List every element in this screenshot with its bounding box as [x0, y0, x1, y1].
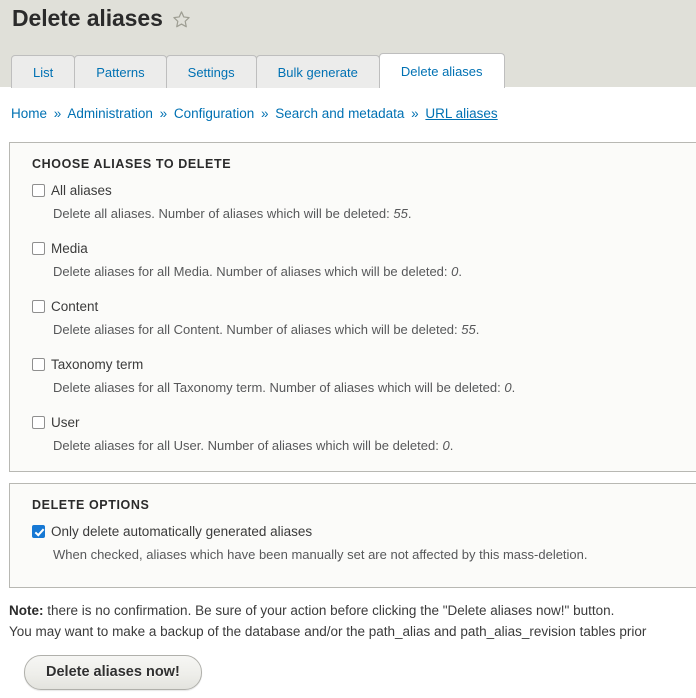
checkbox-taxonomy-term[interactable]	[32, 358, 45, 371]
tab-label: Bulk generate	[277, 65, 358, 80]
alias-count: 0	[442, 438, 450, 453]
option-description-user: Delete aliases for all User. Number of a…	[53, 438, 696, 454]
delete-aliases-now-button[interactable]: Delete aliases now!	[24, 655, 202, 690]
checkbox-label-media[interactable]: Media	[51, 240, 88, 257]
delete-options-legend: Delete options	[32, 498, 150, 512]
checkbox-label-user[interactable]: User	[51, 414, 80, 431]
breadcrumb-item-administration[interactable]: Administration	[67, 106, 153, 121]
breadcrumb-item-search-and-metadata[interactable]: Search and metadata	[275, 106, 404, 121]
tab-label: Delete aliases	[400, 64, 483, 79]
description-suffix: .	[475, 322, 480, 337]
choose-aliases-options: All aliases Delete all aliases. Number o…	[10, 182, 696, 454]
checkbox-user[interactable]	[32, 416, 45, 429]
delete-options-fieldset: Delete options Only delete automatically…	[9, 483, 696, 588]
checkbox-label-taxonomy-term[interactable]: Taxonomy term	[51, 356, 143, 373]
tab-label: Patterns	[96, 65, 145, 80]
description-suffix: .	[407, 206, 412, 221]
warning-note: Note: there is no confirmation. Be sure …	[9, 600, 696, 642]
tab-patterns[interactable]: Patterns	[74, 55, 167, 88]
tab-delete-aliases[interactable]: Delete aliases	[378, 53, 505, 88]
alias-count: 0	[504, 380, 512, 395]
checkbox-content[interactable]	[32, 300, 45, 313]
option-row-all-aliases: All aliases Delete all aliases. Number o…	[32, 182, 696, 222]
option-row-only-auto-generated: Only delete automatically generated alia…	[32, 523, 696, 563]
breadcrumb-item-configuration[interactable]: Configuration	[174, 106, 254, 121]
note-line-2: You may want to make a backup of the dat…	[9, 624, 647, 639]
tab-label: List	[33, 65, 54, 80]
option-row-taxonomy-term: Taxonomy term Delete aliases for all Tax…	[32, 356, 696, 396]
option-row-media: Media Delete aliases for all Media. Numb…	[32, 240, 696, 280]
description-text: Delete aliases for all Taxonomy term. Nu…	[53, 380, 505, 395]
option-row-user: User Delete aliases for all User. Number…	[32, 414, 696, 454]
tab-label: Settings	[187, 65, 235, 80]
note-line-1: there is no confirmation. Be sure of you…	[43, 603, 615, 618]
description-suffix: .	[511, 380, 516, 395]
breadcrumb-separator: »	[159, 106, 168, 121]
checkbox-all-aliases[interactable]	[32, 184, 45, 197]
primary-tabs: List Patterns Settings Bulk generate Del…	[11, 53, 505, 88]
option-row-content: Content Delete aliases for all Content. …	[32, 298, 696, 338]
description-text: Delete aliases for all Media. Number of …	[53, 264, 452, 279]
checkbox-label-only-auto-generated[interactable]: Only delete automatically generated alia…	[51, 523, 312, 540]
breadcrumb-separator: »	[411, 106, 419, 121]
option-description-content: Delete aliases for all Content. Number o…	[53, 322, 696, 338]
description-suffix: .	[458, 264, 462, 279]
tab-settings[interactable]: Settings	[165, 55, 257, 88]
breadcrumb-separator: »	[53, 106, 62, 121]
option-description-all-aliases: Delete all aliases. Number of aliases wh…	[53, 206, 696, 222]
delete-options-list: Only delete automatically generated alia…	[10, 523, 696, 563]
page-title: Delete aliases	[12, 5, 163, 31]
note-strong-label: Note:	[9, 603, 44, 618]
breadcrumb-item-home[interactable]: Home	[11, 106, 47, 121]
page-title-row: Delete aliases	[12, 4, 191, 32]
breadcrumb-separator: »	[260, 106, 269, 121]
form-actions: Delete aliases now!	[24, 655, 202, 690]
breadcrumb: Home » Administration » Configuration » …	[11, 106, 498, 121]
description-text: Delete aliases for all Content. Number o…	[53, 322, 462, 337]
choose-aliases-fieldset: Choose aliases to delete All aliases Del…	[9, 142, 696, 472]
description-text: Delete all aliases. Number of aliases wh…	[53, 206, 394, 221]
tab-bulk-generate[interactable]: Bulk generate	[255, 55, 380, 88]
choose-aliases-legend: Choose aliases to delete	[32, 157, 232, 171]
alias-count: 55	[393, 206, 408, 221]
checkbox-label-content[interactable]: Content	[51, 298, 98, 315]
option-description-taxonomy-term: Delete aliases for all Taxonomy term. Nu…	[53, 380, 696, 396]
description-suffix: .	[449, 438, 454, 453]
checkbox-label-all-aliases[interactable]: All aliases	[51, 182, 112, 199]
breadcrumb-item-url-aliases[interactable]: URL aliases	[425, 106, 497, 121]
checkbox-media[interactable]	[32, 242, 45, 255]
option-description-media: Delete aliases for all Media. Number of …	[53, 264, 696, 280]
checkbox-only-auto-generated[interactable]	[32, 525, 45, 538]
star-outline-icon[interactable]	[172, 10, 191, 29]
page-header-band: Delete aliases List Patterns Settings Bu…	[0, 0, 696, 88]
tab-list[interactable]: List	[11, 55, 76, 88]
option-description-only-auto-generated: When checked, aliases which have been ma…	[53, 547, 588, 562]
description-text: Delete aliases for all User. Number of a…	[53, 438, 443, 453]
alias-count: 55	[461, 322, 476, 337]
